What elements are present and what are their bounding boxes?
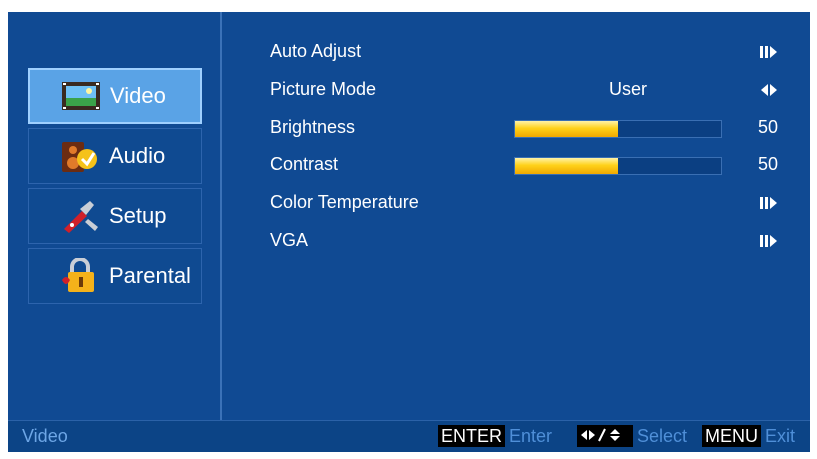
- submenu-arrow-icon: [760, 194, 778, 215]
- enter-hint-text: Enter: [509, 425, 553, 446]
- menu-item-contrast[interactable]: Contrast 50: [270, 150, 790, 180]
- sidebar-item-label: Video: [110, 83, 166, 108]
- parental-lock-icon: [59, 258, 101, 294]
- status-bar: Video ENTER Enter Select MENU Exit: [8, 420, 810, 452]
- menu-key: MENU: [702, 425, 761, 447]
- enter-hint: ENTER Enter: [438, 425, 552, 447]
- left-right-arrow-icon[interactable]: [760, 81, 778, 102]
- contrast-value: 50: [757, 154, 778, 174]
- select-key: [577, 425, 633, 447]
- navigate-arrows-icon: [581, 428, 620, 442]
- menu-item-label: Color Temperature: [270, 192, 419, 212]
- menu-item-brightness[interactable]: Brightness 50: [270, 113, 790, 143]
- menu-item-label: Auto Adjust: [270, 41, 362, 61]
- sidebar-item-video[interactable]: Video: [28, 68, 202, 124]
- select-hint: Select: [577, 425, 687, 447]
- menu-item-label: VGA: [270, 230, 309, 250]
- audio-icon: [59, 138, 101, 174]
- contrast-slider-fill: [515, 158, 618, 174]
- submenu-arrow-icon: [760, 232, 778, 253]
- brightness-slider[interactable]: [514, 120, 722, 138]
- menu-item-color-temperature[interactable]: Color Temperature: [270, 188, 790, 218]
- menu-item-label: Picture Mode: [270, 79, 377, 99]
- menu-item-auto-adjust[interactable]: Auto Adjust: [270, 37, 790, 67]
- menu-hint: MENU Exit: [702, 425, 795, 447]
- menu-item-vga[interactable]: VGA: [270, 226, 790, 256]
- select-hint-text: Select: [637, 425, 688, 446]
- brightness-value: 50: [757, 117, 778, 137]
- setup-icon: [59, 198, 101, 234]
- sidebar-item-label: Parental: [109, 263, 191, 288]
- current-menu-title: Video: [22, 426, 68, 446]
- sidebar-item-audio[interactable]: Audio: [28, 128, 202, 184]
- osd-screen: Video Audio Setup Parental Auto Adjust P…: [8, 12, 810, 452]
- enter-key: ENTER: [438, 425, 506, 447]
- panel-divider: [220, 12, 222, 420]
- menu-item-label: Contrast: [270, 154, 339, 174]
- sidebar-item-parental[interactable]: Parental: [28, 248, 202, 304]
- sidebar-item-label: Audio: [109, 143, 166, 168]
- video-icon: [60, 78, 102, 114]
- menu-hint-text: Exit: [765, 425, 796, 446]
- sidebar-item-setup[interactable]: Setup: [28, 188, 202, 244]
- contrast-slider[interactable]: [514, 157, 722, 175]
- menu-item-picture-mode[interactable]: Picture Mode User: [270, 75, 790, 105]
- picture-mode-value: User: [608, 79, 647, 99]
- submenu-arrow-icon: [760, 43, 778, 64]
- menu-item-label: Brightness: [270, 117, 356, 137]
- brightness-slider-fill: [515, 121, 618, 137]
- sidebar: Video Audio Setup Parental: [8, 12, 220, 420]
- sidebar-item-label: Setup: [109, 203, 167, 228]
